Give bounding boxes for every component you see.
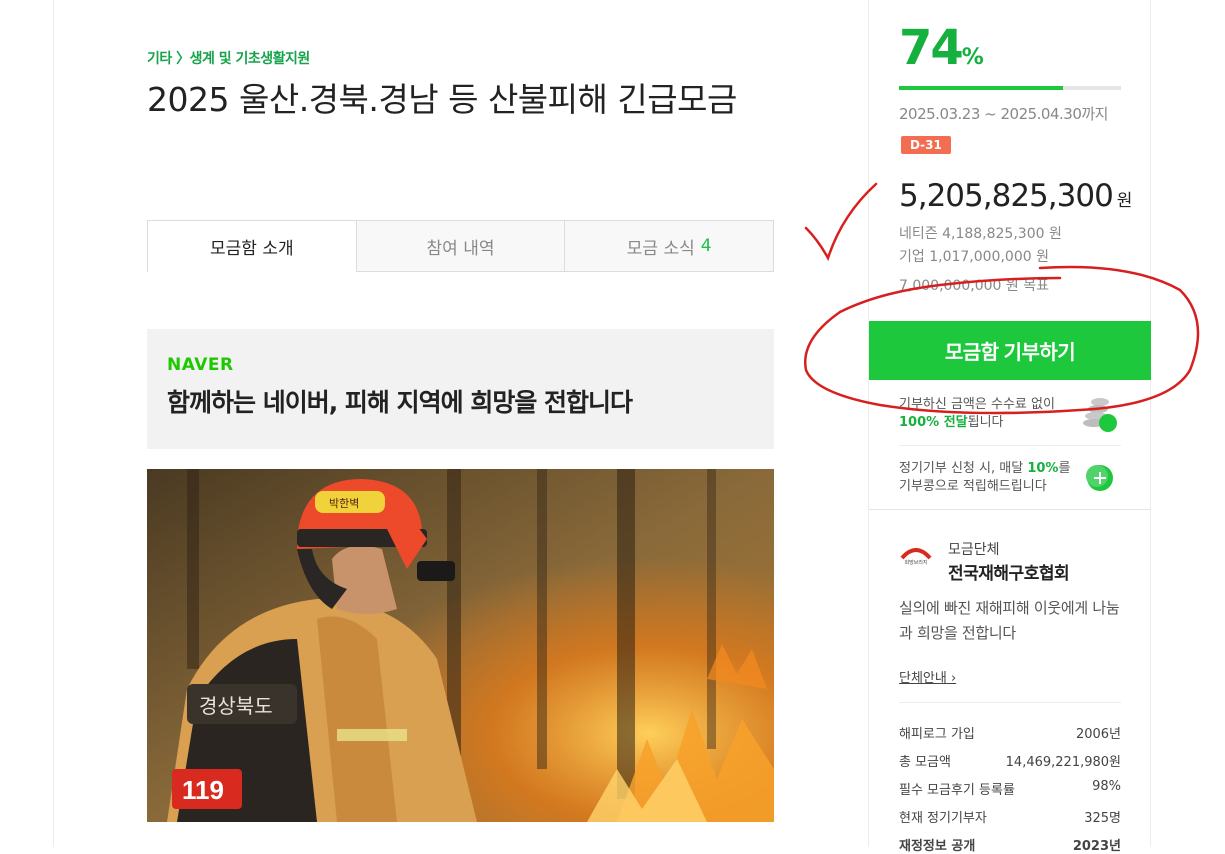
left-rail xyxy=(53,0,54,847)
company-amount: 기업 1,017,000,000 원 xyxy=(899,249,1049,265)
bean-icon xyxy=(1086,465,1113,491)
regular-highlight: 10% xyxy=(1027,461,1059,476)
percent-number: 74 xyxy=(899,20,964,76)
progress-bar xyxy=(899,86,1121,90)
tab-label: 참여 내역 xyxy=(426,238,495,259)
naver-banner: NAVER 함께하는 네이버, 피해 지역에 희망을 전합니다 xyxy=(147,329,774,449)
stat-row: 재정정보 공개 2023년 xyxy=(899,835,1121,854)
tab-participation[interactable]: 참여 내역 xyxy=(355,221,565,271)
coins-icon xyxy=(1083,398,1117,432)
fee-suffix: 됩니다 xyxy=(967,415,1004,430)
stat-label: 필수 모금후기 등록률 xyxy=(899,783,1015,798)
stat-value: 2023년 xyxy=(1072,839,1121,854)
stat-row: 필수 모금후기 등록률 98% xyxy=(899,779,1121,798)
progress-percent: 74% xyxy=(899,20,984,76)
section-divider xyxy=(869,509,1151,510)
amount-value: 5,205,825,300 xyxy=(899,178,1114,214)
stat-label: 재정정보 공개 xyxy=(899,839,976,854)
breadcrumb[interactable]: 기타 〉생계 및 기초생활지원 xyxy=(147,48,310,68)
org-name[interactable]: 전국재해구호협회 xyxy=(948,559,1070,584)
banner-headline: 함께하는 네이버, 피해 지역에 희망을 전합니다 xyxy=(167,388,633,417)
badge-text: 119 xyxy=(182,775,224,805)
right-rail xyxy=(1150,0,1151,847)
goal-amount: 7,000,000,000 원 목표 xyxy=(899,278,1049,294)
org-info-link[interactable]: 단체안내 › xyxy=(899,667,956,686)
info-divider xyxy=(899,445,1121,446)
helmet-text: 박한벽 xyxy=(329,497,359,510)
campaign-period: 2025.03.23 ~ 2025.04.30까지 xyxy=(899,105,1108,123)
stat-value: 325명 xyxy=(1084,811,1121,826)
netizen-amount: 네티즌 4,188,825,300 원 xyxy=(899,226,1062,242)
regular-suffix: 를 xyxy=(1058,461,1071,476)
org-logo-icon: 희망브리지 xyxy=(900,548,932,566)
stat-row: 총 모금액 14,469,221,980원 xyxy=(899,751,1121,770)
stat-row: 해피로그 가입 2006년 xyxy=(899,723,1121,742)
stat-value: 2006년 xyxy=(1075,727,1121,742)
org-label: 모금단체 xyxy=(948,542,1000,558)
stat-value: 14,469,221,980원 xyxy=(1005,755,1121,770)
stat-label: 해피로그 가입 xyxy=(899,727,975,742)
tab-news-count: 4 xyxy=(700,236,712,256)
page-title: 2025 울산.경북.경남 등 산불피해 긴급모금 xyxy=(147,80,737,119)
org-description: 실의에 빠진 재해피해 이웃에게 나눔과 희망을 전합니다 xyxy=(899,599,1120,642)
stat-label: 총 모금액 xyxy=(899,755,951,770)
tab-bar: 모금함 소개 참여 내역 모금 소식 4 xyxy=(147,220,774,272)
fee-highlight: 100% 전달 xyxy=(899,415,968,430)
regular-prefix: 정기기부 신청 시, 매달 xyxy=(899,461,1028,476)
donate-button[interactable]: 모금함 기부하기 xyxy=(869,321,1151,380)
naver-logo: NAVER xyxy=(167,355,234,375)
stat-value: 98% xyxy=(1092,779,1121,794)
percent-symbol: % xyxy=(961,45,984,70)
org-logo-text: 희망브리지 xyxy=(904,559,927,566)
tab-label: 모금함 소개 xyxy=(210,238,294,259)
stat-row: 현재 정기기부자 325명 xyxy=(899,807,1121,826)
firefighter-photo: 경상북도 119 박한벽 xyxy=(147,469,774,822)
sidebar-border xyxy=(868,0,869,847)
tab-news[interactable]: 모금 소식 4 xyxy=(564,221,773,271)
amount-unit: 원 xyxy=(1116,191,1133,211)
raised-amount: 5,205,825,300 원 xyxy=(899,178,1133,214)
checkmark-annotation xyxy=(804,182,878,262)
org-divider xyxy=(899,702,1121,703)
dday-badge: D-31 xyxy=(901,136,951,154)
tab-label: 모금 소식 xyxy=(626,238,695,259)
stat-label: 현재 정기기부자 xyxy=(899,811,987,826)
tab-introduction[interactable]: 모금함 소개 xyxy=(148,221,356,272)
vest-text: 경상북도 xyxy=(199,695,273,718)
progress-fill xyxy=(899,86,1064,90)
